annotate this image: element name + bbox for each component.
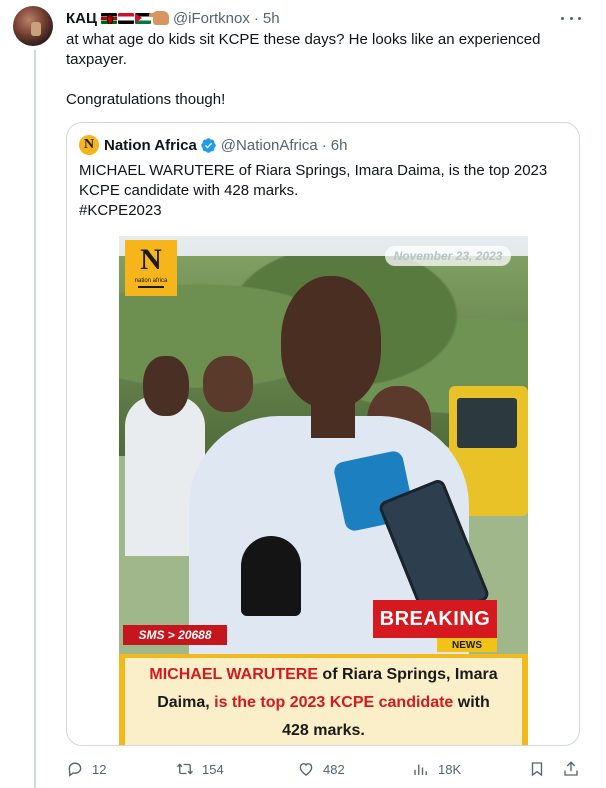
tweet-text-line-1: at what age do kids sit KCPE these days?… — [66, 31, 541, 68]
heart-icon — [299, 763, 313, 776]
pinching-hand-icon — [148, 11, 169, 25]
separator-dot: · — [253, 9, 259, 27]
thread-line — [34, 50, 36, 788]
retweet-icon — [177, 763, 193, 775]
logo-letter: N — [140, 243, 162, 276]
quoted-text-line: KCPE candidate with 428 marks. — [79, 182, 299, 199]
reply-count: 12 — [92, 761, 107, 777]
name-emoji-group — [100, 11, 169, 25]
banner-line-2: Daima, is the top 2023 KCPE candidate wi… — [157, 694, 490, 711]
quoted-display-name[interactable]: Nation Africa — [104, 137, 197, 154]
views-button[interactable]: 18K — [412, 758, 461, 780]
logo-caption: nation africa — [134, 278, 168, 284]
kenya-flag-icon — [100, 12, 117, 24]
headline-banner: MICHAEL WARUTERE of Riara Springs, Imara… — [119, 654, 528, 745]
citizen-microphone-icon — [241, 536, 301, 616]
more-options-icon[interactable] — [561, 10, 581, 26]
quoted-tweet[interactable]: N Nation Africa @NationAfrica · 6h MICHA… — [66, 122, 580, 746]
sms-label: SMS > 20688 — [123, 625, 227, 645]
quoted-text: MICHAEL WARUTERE of Riara Springs, Imara… — [79, 161, 569, 221]
bookmark-button[interactable] — [528, 758, 546, 780]
share-icon — [564, 761, 578, 776]
author-display-name[interactable]: КАЦ — [66, 10, 97, 27]
like-count: 482 — [323, 761, 345, 777]
news-label: NEWS — [437, 638, 497, 652]
separator-dot: · — [321, 136, 327, 154]
quoted-tweet-header: N Nation Africa @NationAfrica · 6h — [79, 135, 347, 155]
hashtag-link[interactable]: #KCPE2023 — [79, 201, 569, 221]
action-bar: 12 154 482 18K — [66, 758, 586, 780]
breaking-label: BREAKING — [373, 600, 497, 638]
reply-button[interactable]: 12 — [66, 758, 106, 780]
author-handle[interactable]: @iFortknox — [173, 10, 250, 27]
reply-icon — [68, 762, 82, 777]
quoted-handle[interactable]: @NationAfrica — [221, 137, 318, 154]
analytics-icon — [414, 764, 427, 775]
retweet-count: 154 — [202, 761, 224, 777]
quoted-text-line: MICHAEL WARUTERE of Riara Springs, Imara… — [79, 162, 548, 179]
views-count: 18K — [438, 761, 462, 777]
quoted-timestamp[interactable]: 6h — [331, 137, 348, 154]
tweet-timestamp[interactable]: 5h — [263, 10, 280, 27]
like-button[interactable]: 482 — [297, 758, 345, 780]
banner-line-3: 428 marks. — [282, 722, 365, 739]
tweet-text: at what age do kids sit KCPE these days?… — [66, 30, 586, 110]
share-button[interactable] — [562, 758, 580, 780]
verified-badge-icon — [201, 137, 216, 153]
bookmark-icon — [531, 762, 543, 777]
author-avatar[interactable] — [13, 6, 53, 46]
tweet-text-line-2: Congratulations though! — [66, 91, 226, 108]
egypt-flag-icon — [117, 12, 134, 24]
quoted-media-image[interactable]: N nation africa November 23, 2023 SMS > … — [119, 236, 528, 745]
retweet-button[interactable]: 154 — [176, 758, 224, 780]
tweet[interactable]: КАЦ @iFortknox · 5h at what age do kids … — [0, 0, 606, 788]
banner-line-1: MICHAEL WARUTERE of Riara Springs, Imara — [149, 666, 498, 683]
date-label: November 23, 2023 — [385, 246, 511, 266]
tweet-header: КАЦ @iFortknox · 5h — [66, 8, 280, 28]
quoted-avatar[interactable]: N — [79, 135, 99, 155]
nation-africa-logo: N nation africa — [125, 240, 177, 296]
